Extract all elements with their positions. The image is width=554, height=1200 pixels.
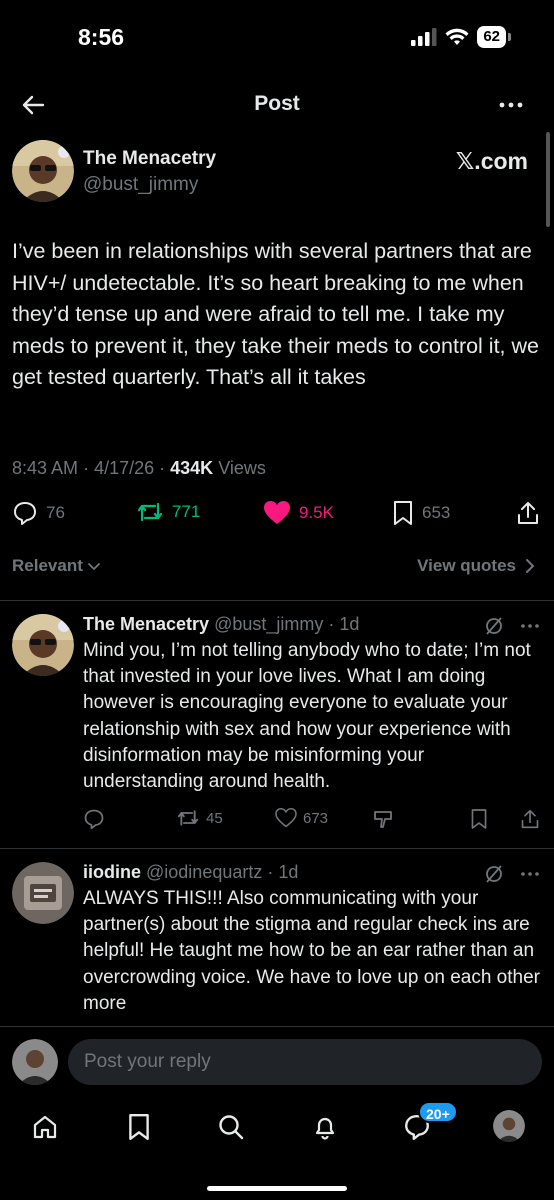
reply-separator: · <box>323 614 340 634</box>
meta-separator: · <box>159 458 171 478</box>
repost-button[interactable]: 45 <box>176 808 223 828</box>
share-button[interactable] <box>516 500 540 526</box>
views-count[interactable]: 434K <box>170 458 213 478</box>
reply-header: The Menacetry @bust_jimmy · 1d <box>83 614 359 635</box>
chevron-right-icon <box>526 559 535 573</box>
source-label: 𝕏.com <box>455 148 528 174</box>
reply-button[interactable] <box>83 808 105 830</box>
sort-label: Relevant <box>12 556 83 575</box>
view-quotes-label: View quotes <box>417 556 516 575</box>
bookmark-icon <box>129 1113 149 1141</box>
scrollbar[interactable] <box>546 132 550 227</box>
signal-icon <box>411 28 437 46</box>
reply-icon <box>14 502 36 525</box>
like-count: 673 <box>303 809 329 827</box>
more-options-button[interactable] <box>496 90 526 120</box>
reply-top-icons <box>484 864 540 884</box>
post-meta: 8:43 AM · 4/17/26 · 434K Views <box>12 458 266 479</box>
post-body: I’ve been in relationships with several … <box>12 239 539 389</box>
share-button[interactable] <box>520 808 540 830</box>
reply-count: 76 <box>46 503 65 522</box>
reply-icon <box>84 809 104 830</box>
tab-profile[interactable] <box>493 1110 525 1142</box>
repost-icon <box>177 810 199 826</box>
home-indicator <box>207 1186 347 1191</box>
reply-age: 1d <box>339 614 360 634</box>
repost-count: 45 <box>206 809 223 827</box>
status-bar: 8:56 62 <box>0 0 554 72</box>
reply-author-name[interactable]: The Menacetry <box>83 614 209 634</box>
chevron-down-icon <box>87 563 100 571</box>
reply-button[interactable]: 76 <box>12 500 65 526</box>
post-header: Post <box>0 80 554 130</box>
bookmark-button[interactable]: 653 <box>392 500 450 526</box>
reply-input[interactable]: Post your reply <box>68 1039 542 1085</box>
post-time: 8:43 AM <box>12 458 79 478</box>
search-icon <box>219 1115 244 1140</box>
repost-button[interactable]: 771 <box>136 500 200 524</box>
tab-search[interactable] <box>214 1110 248 1144</box>
author-name[interactable]: The Menacetry <box>83 148 216 170</box>
share-icon <box>518 502 538 524</box>
reply-author-name[interactable]: iiodine <box>83 862 141 882</box>
reply-age: 1d <box>278 862 299 882</box>
bookmark-count: 653 <box>422 503 451 522</box>
author-avatar[interactable] <box>12 140 74 202</box>
reply-body: ALWAYS THIS!!! Also communicating with y… <box>83 888 540 1014</box>
wifi-icon <box>445 28 469 45</box>
reply-author-handle[interactable]: @iodinequartz <box>146 862 262 882</box>
tab-notifications[interactable] <box>308 1110 342 1144</box>
divider <box>0 600 554 601</box>
post-date: 4/17/26 <box>94 458 155 478</box>
reply-actions: 45 673 <box>0 808 554 832</box>
reply-avatar[interactable] <box>12 862 74 924</box>
more-icon[interactable] <box>520 616 540 636</box>
analytics-icon <box>374 811 392 828</box>
battery-indicator: 62 <box>477 26 511 48</box>
post-actions: 76 771 9.5K 653 <box>0 500 554 530</box>
reply-top-icons <box>484 616 540 636</box>
heart-icon <box>264 501 290 524</box>
grok-icon[interactable] <box>484 864 504 884</box>
reply-composer: Post your reply <box>0 1026 554 1098</box>
repost-count: 771 <box>172 502 201 521</box>
reply-body: Mind you, I’m not telling anybody who to… <box>83 640 531 793</box>
bookmark-icon <box>394 501 412 525</box>
reply-separator: · <box>262 862 279 882</box>
analytics-button[interactable] <box>372 808 394 830</box>
view-quotes-link[interactable]: View quotes <box>417 556 536 576</box>
page-title: Post <box>254 92 300 115</box>
bottom-tab-bar <box>0 1098 554 1158</box>
more-icon[interactable] <box>520 864 540 884</box>
reply-sort-row: Relevant View quotes <box>0 556 554 580</box>
like-count: 9.5K <box>299 503 334 522</box>
notifications-icon <box>315 1117 335 1140</box>
home-icon <box>33 1115 57 1139</box>
more-icon <box>499 102 523 108</box>
like-button[interactable]: 9.5K <box>263 500 334 526</box>
views-label: Views <box>218 458 266 478</box>
bookmark-icon <box>471 809 487 829</box>
repost-icon <box>137 502 163 522</box>
like-button[interactable]: 673 <box>275 808 328 828</box>
reply-header: iiodine @iodinequartz · 1d <box>83 862 298 883</box>
divider <box>0 848 554 849</box>
grok-icon[interactable] <box>484 616 504 636</box>
bookmark-button[interactable] <box>470 808 488 830</box>
reply-avatar[interactable] <box>12 614 74 676</box>
status-icons: 62 <box>411 26 511 48</box>
author-handle[interactable]: @bust_jimmy <box>83 174 198 196</box>
reply-author-handle[interactable]: @bust_jimmy <box>214 614 323 634</box>
tab-home[interactable] <box>28 1110 62 1144</box>
tab-bookmarks[interactable] <box>122 1110 156 1144</box>
status-time: 8:56 <box>78 24 125 50</box>
share-icon <box>521 809 539 829</box>
my-avatar[interactable] <box>12 1039 58 1085</box>
sort-dropdown[interactable]: Relevant <box>12 556 101 576</box>
meta-separator: · <box>83 458 95 478</box>
notifications-badge: 20+ <box>418 1101 458 1123</box>
heart-icon <box>275 808 297 828</box>
